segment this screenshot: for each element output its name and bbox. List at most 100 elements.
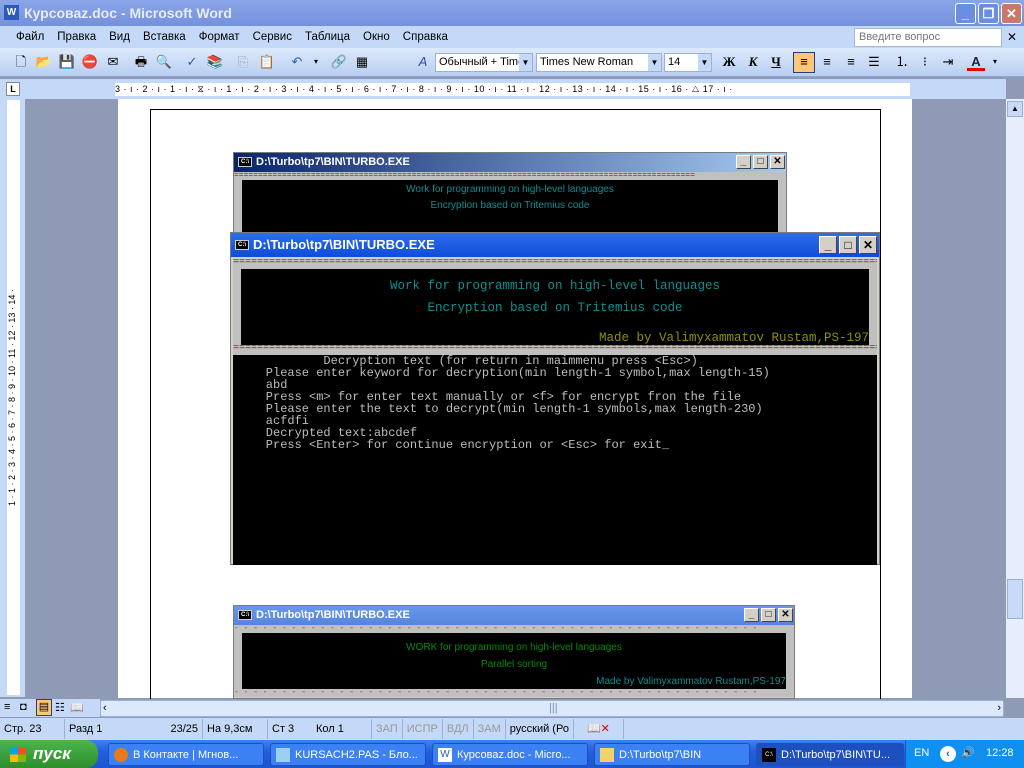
undo-dropdown-icon[interactable]: ▾ bbox=[307, 53, 325, 71]
task-console[interactable]: C:\ D:\Turbo\tp7\BIN\TU... bbox=[756, 743, 904, 766]
status-record[interactable]: ЗАП bbox=[372, 719, 403, 739]
console-title: D:\Turbo\tp7\BIN\TURBO.EXE bbox=[256, 609, 410, 621]
reading-view-icon[interactable]: 📖 bbox=[70, 701, 84, 714]
align-center-button[interactable]: ≡ bbox=[818, 53, 836, 71]
status-page: Стр. 23 bbox=[0, 719, 65, 739]
status-overtype[interactable]: ЗАМ bbox=[474, 719, 506, 739]
font-size-value: 14 bbox=[668, 56, 681, 68]
start-label: пуск bbox=[33, 744, 71, 763]
menu-format[interactable]: Формат bbox=[199, 31, 240, 43]
minimize-icon: _ bbox=[819, 236, 837, 254]
console-screenshot-main: C:\ D:\Turbo\tp7\BIN\TURBO.EXE _ □ ✕ ======… bbox=[230, 232, 880, 565]
close-button[interactable]: ✕ bbox=[1001, 3, 1022, 24]
vertical-scrollbar[interactable]: ▲ bbox=[1006, 99, 1024, 698]
new-icon[interactable]: 🗋 bbox=[12, 53, 30, 71]
tab-selector[interactable]: L bbox=[6, 82, 20, 96]
bullets-icon[interactable]: ⁝ bbox=[916, 53, 934, 71]
console-header: WORK for programming on high-level langu… bbox=[234, 633, 794, 689]
undo-icon[interactable]: ↶ bbox=[288, 53, 306, 71]
menu-window[interactable]: Окно bbox=[363, 31, 390, 43]
save-icon[interactable]: 💾 bbox=[58, 53, 76, 71]
print-icon[interactable]: 🖶 bbox=[132, 53, 150, 71]
scroll-up-icon[interactable]: ▲ bbox=[1007, 101, 1023, 117]
console-output: Decryption text (for return in maimmenu … bbox=[233, 355, 877, 451]
header-subtitle: Parallel sorting bbox=[480, 659, 548, 670]
menu-edit[interactable]: Правка bbox=[57, 31, 96, 43]
justify-button[interactable]: ☰ bbox=[865, 53, 883, 71]
console-icon: C:\ bbox=[762, 748, 776, 762]
close-document-button[interactable]: ✕ bbox=[1007, 30, 1017, 44]
clock: 12:28 bbox=[986, 747, 1014, 759]
web-view-icon[interactable]: ◘ bbox=[20, 701, 27, 713]
menu-insert[interactable]: Вставка bbox=[143, 31, 186, 43]
tray-expand-icon[interactable]: ‹ bbox=[940, 746, 956, 762]
console-header: Work for programming on high-level langu… bbox=[233, 269, 877, 345]
status-section: Разд 1 bbox=[69, 723, 103, 735]
status-extend[interactable]: ВДЛ bbox=[443, 719, 474, 739]
task-notepad[interactable]: KURSACH2.PAS - Бло... bbox=[270, 743, 426, 766]
menu-view[interactable]: Вид bbox=[109, 31, 130, 43]
style-select[interactable]: Обычный + Time ▼ bbox=[435, 53, 533, 72]
header-line: WORK for programming on high-level langu… bbox=[406, 642, 622, 653]
outline-view-icon[interactable]: ☷ bbox=[55, 701, 65, 714]
author-line: Made by Valimyxammatov Rustam,PS-197 bbox=[598, 331, 869, 345]
chevron-down-icon: ▼ bbox=[519, 54, 532, 71]
task-vkontakte[interactable]: В Контакте | Мгнов... bbox=[108, 743, 264, 766]
paste-icon[interactable]: 📋 bbox=[258, 53, 276, 71]
email-icon[interactable]: ✉ bbox=[104, 53, 122, 71]
scroll-thumb[interactable] bbox=[1007, 579, 1023, 619]
console-line: Please enter the text to decrypt(min len… bbox=[237, 402, 763, 416]
menu-help[interactable]: Справка bbox=[403, 31, 448, 43]
horizontal-scrollbar[interactable]: ‹ ||| › bbox=[100, 700, 1004, 717]
status-track-changes[interactable]: ИСПР bbox=[403, 719, 443, 739]
align-left-button[interactable]: ≡ bbox=[793, 52, 815, 73]
research-icon[interactable]: 📚 bbox=[206, 53, 224, 71]
style-value: Обычный + Time bbox=[439, 56, 525, 68]
scroll-thumb[interactable]: ||| bbox=[549, 702, 558, 714]
menu-table[interactable]: Таблица bbox=[305, 31, 350, 43]
spelling-icon[interactable]: ✓ bbox=[183, 53, 201, 71]
close-icon: ✕ bbox=[778, 608, 793, 622]
ask-question-input[interactable]: Введите вопрос bbox=[854, 28, 1002, 47]
print-preview-icon[interactable]: 🔍 bbox=[155, 53, 173, 71]
table-icon[interactable]: ▦ bbox=[353, 53, 371, 71]
italic-button[interactable]: К bbox=[744, 53, 762, 71]
styles-icon[interactable]: A bbox=[414, 53, 432, 71]
menu-tools[interactable]: Сервис bbox=[253, 31, 292, 43]
underline-button[interactable]: Ч bbox=[767, 53, 785, 71]
align-right-button[interactable]: ≡ bbox=[842, 53, 860, 71]
status-language[interactable]: русский (Ро bbox=[506, 719, 574, 739]
language-indicator[interactable]: EN bbox=[914, 747, 929, 759]
border-line: ========================================… bbox=[233, 259, 877, 269]
font-color-button[interactable]: A bbox=[967, 53, 985, 71]
scroll-right-icon[interactable]: › bbox=[997, 702, 1001, 714]
task-label: D:\Turbo\tp7\BIN bbox=[619, 749, 702, 761]
hyperlink-icon[interactable]: 🔗 bbox=[330, 53, 348, 71]
numbering-icon[interactable]: ⒈ bbox=[893, 53, 911, 71]
ruler-scale[interactable]: 3 · ı · 2 · ı · 1 · ı · ⧖ · ı · 1 · ı · … bbox=[115, 83, 910, 96]
restore-button[interactable]: ❐ bbox=[978, 3, 999, 24]
indent-icon[interactable]: ⇥ bbox=[939, 53, 957, 71]
font-color-dropdown-icon[interactable]: ▾ bbox=[986, 53, 1004, 71]
bold-button[interactable]: Ж bbox=[720, 53, 738, 71]
spelling-status-icon[interactable]: 📖✕ bbox=[574, 719, 624, 739]
menu-file[interactable]: Файл bbox=[16, 31, 44, 43]
print-layout-icon[interactable]: ▤ bbox=[36, 699, 52, 716]
border-line: - - - - - - - - - - - - - - - - - - - - … bbox=[234, 625, 794, 633]
font-size-select[interactable]: 14 ▼ bbox=[664, 53, 712, 72]
system-tray: EN ‹ 🔊 12:28 bbox=[905, 740, 1024, 768]
scroll-left-icon[interactable]: ‹ bbox=[103, 702, 107, 714]
permission-icon[interactable]: ⛔ bbox=[81, 53, 99, 71]
volume-icon[interactable]: 🔊 bbox=[961, 746, 975, 759]
font-value: Times New Roman bbox=[540, 56, 634, 68]
start-button[interactable]: пуск bbox=[0, 740, 98, 768]
copy-icon[interactable]: ⎘ bbox=[234, 53, 252, 71]
task-label: KURSACH2.PAS - Бло... bbox=[295, 749, 418, 761]
firefox-icon bbox=[114, 748, 128, 762]
normal-view-icon[interactable]: ≡ bbox=[4, 701, 10, 713]
task-folder[interactable]: D:\Turbo\tp7\BIN bbox=[594, 743, 750, 766]
minimize-button[interactable]: _ bbox=[955, 3, 976, 24]
font-select[interactable]: Times New Roman ▼ bbox=[536, 53, 662, 72]
task-word[interactable]: W Курсоваz.doc - Micro... bbox=[432, 743, 588, 766]
open-icon[interactable]: 📂 bbox=[35, 53, 53, 71]
